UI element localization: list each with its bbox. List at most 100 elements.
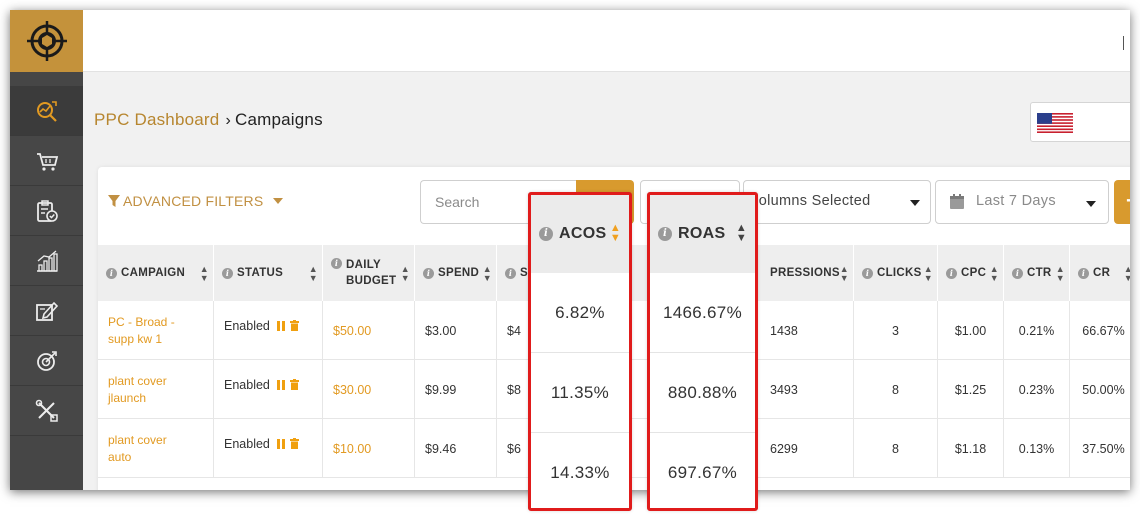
- spend-cell: $9.99: [415, 360, 497, 419]
- trash-icon[interactable]: [289, 320, 299, 331]
- impressions-value: 6299: [770, 441, 798, 456]
- trash-icon[interactable]: [289, 438, 299, 449]
- budget-value[interactable]: $10.00: [333, 442, 371, 456]
- sales-value: $6: [507, 441, 521, 456]
- th-roas-label: ROAS: [678, 225, 726, 242]
- cpc-value: $1.18: [954, 441, 987, 456]
- th-daily-budget[interactable]: i DAILY BUDGET ▲ ▼: [323, 245, 415, 301]
- info-icon: i: [106, 267, 117, 279]
- sidebar-item-orders[interactable]: [10, 186, 83, 236]
- impressions-value: 3493: [770, 382, 798, 397]
- breadcrumb-separator: ›: [225, 112, 231, 129]
- th-cpc-label: CPC: [961, 267, 987, 279]
- sidebar-item-tools[interactable]: [10, 386, 83, 436]
- pause-icon[interactable]: [276, 320, 285, 331]
- th-daily-budget-label-line1: DAILY: [346, 259, 381, 271]
- topbar-divider: [1123, 36, 1124, 50]
- chevron-down-icon: [273, 197, 284, 204]
- calendar-icon: [950, 194, 964, 209]
- sidebar-item-cart[interactable]: [10, 136, 83, 186]
- campaign-link[interactable]: plant cover jlaunch: [108, 373, 188, 407]
- info-icon: i: [1078, 267, 1089, 279]
- sort-icon: ▲ ▼: [735, 222, 747, 244]
- sidebar-item-dashboard[interactable]: [10, 86, 83, 136]
- th-status-label: STATUS: [237, 267, 284, 279]
- clicks-value: 8: [892, 441, 899, 456]
- th-clicks[interactable]: i CLICKS ▲ ▼: [854, 245, 938, 301]
- th-impressions[interactable]: PRESSIONS ▲ ▼: [766, 245, 854, 301]
- sort-icon: ▲ ▼: [308, 264, 318, 283]
- th-acos[interactable]: i ACOS ▲ ▼: [531, 195, 629, 273]
- breadcrumb-root-link[interactable]: PPC Dashboard: [94, 110, 219, 129]
- spend-value: $3.00: [425, 323, 457, 338]
- pause-icon[interactable]: [276, 379, 285, 390]
- sort-icon: ▲ ▼: [923, 264, 933, 283]
- clicks-cell: 8: [854, 360, 938, 419]
- th-cr-label: CR: [1093, 267, 1111, 279]
- info-icon: i: [658, 227, 672, 241]
- cr-value: 50.00%: [1082, 382, 1125, 397]
- cpc-cell: $1.00: [938, 301, 1004, 360]
- us-flag-icon: [1037, 113, 1073, 133]
- marketplace-selector[interactable]: [1030, 102, 1130, 142]
- budget-cell: $30.00: [323, 360, 415, 419]
- sidebar-item-edit[interactable]: [10, 286, 83, 336]
- campaign-link[interactable]: plant cover auto: [108, 432, 188, 466]
- logo[interactable]: [10, 10, 83, 72]
- dashboard-chart-icon: [36, 100, 57, 122]
- acos-value: 11.35%: [531, 353, 629, 433]
- th-ctr[interactable]: i CTR ▲ ▼: [1004, 245, 1070, 301]
- impressions-cell: 1438: [766, 301, 854, 360]
- campaign-link[interactable]: PC - Broad - supp kw 1: [108, 314, 188, 348]
- status-text: Enabled: [224, 318, 270, 333]
- spend-value: $9.46: [425, 441, 457, 456]
- info-icon: i: [946, 267, 957, 279]
- budget-value[interactable]: $50.00: [333, 324, 371, 338]
- advanced-filters-label: ADVANCED FILTERS: [123, 193, 264, 209]
- info-icon: i: [222, 267, 233, 279]
- budget-value[interactable]: $30.00: [333, 383, 371, 397]
- logo-crosshair-icon: [26, 21, 67, 61]
- sidebar-item-target[interactable]: [10, 336, 83, 386]
- status-cell: Enabled: [214, 419, 323, 478]
- target-icon: [36, 350, 57, 371]
- trash-icon[interactable]: [289, 379, 299, 390]
- th-cpc[interactable]: i CPC ▲ ▼: [938, 245, 1004, 301]
- sort-icon: ▲ ▼: [482, 264, 492, 283]
- th-campaign[interactable]: i CAMPAIGN ▲ ▼: [98, 245, 214, 301]
- sales-value: $4: [507, 323, 521, 338]
- spend-cell: $9.46: [415, 419, 497, 478]
- bar-chart-icon: [36, 250, 58, 272]
- th-ctr-label: CTR: [1027, 267, 1052, 279]
- tools-icon: [35, 399, 58, 422]
- clipboard-check-icon: [36, 199, 58, 222]
- edit-icon: [35, 301, 58, 321]
- sort-icon: ▲ ▼: [1123, 264, 1130, 283]
- date-range-select[interactable]: Last 7 Days: [935, 180, 1109, 224]
- pause-icon[interactable]: [276, 438, 285, 449]
- date-range-label: Last 7 Days: [976, 193, 1056, 209]
- th-status[interactable]: i STATUS ▲ ▼: [214, 245, 323, 301]
- impressions-cell: 6299: [766, 419, 854, 478]
- ctr-cell: 0.23%: [1004, 360, 1070, 419]
- columns-select[interactable]: Columns Selected: [743, 180, 931, 224]
- status-cell: Enabled: [214, 301, 323, 360]
- add-button[interactable]: +: [1114, 180, 1130, 224]
- sidebar-item-analytics[interactable]: [10, 236, 83, 286]
- cr-cell: 66.67%: [1070, 301, 1130, 360]
- roas-highlight: i ROAS ▲ ▼ 1466.67% 880.88% 697.67%: [647, 192, 758, 511]
- cr-cell: 50.00%: [1070, 360, 1130, 419]
- info-icon: i: [423, 267, 434, 279]
- th-spend[interactable]: i SPEND ▲ ▼: [415, 245, 497, 301]
- th-roas[interactable]: i ROAS ▲ ▼: [650, 195, 755, 273]
- info-icon: i: [862, 267, 873, 279]
- th-cr[interactable]: i CR ▲ ▼: [1070, 245, 1130, 301]
- clicks-cell: 3: [854, 301, 938, 360]
- spend-value: $9.99: [425, 382, 457, 397]
- spend-cell: $3.00: [415, 301, 497, 360]
- sort-icon: ▲ ▼: [1055, 264, 1065, 283]
- budget-cell: $10.00: [323, 419, 415, 478]
- th-clicks-label: CLICKS: [877, 267, 922, 279]
- budget-cell: $50.00: [323, 301, 415, 360]
- advanced-filters-toggle[interactable]: ADVANCED FILTERS: [108, 193, 286, 209]
